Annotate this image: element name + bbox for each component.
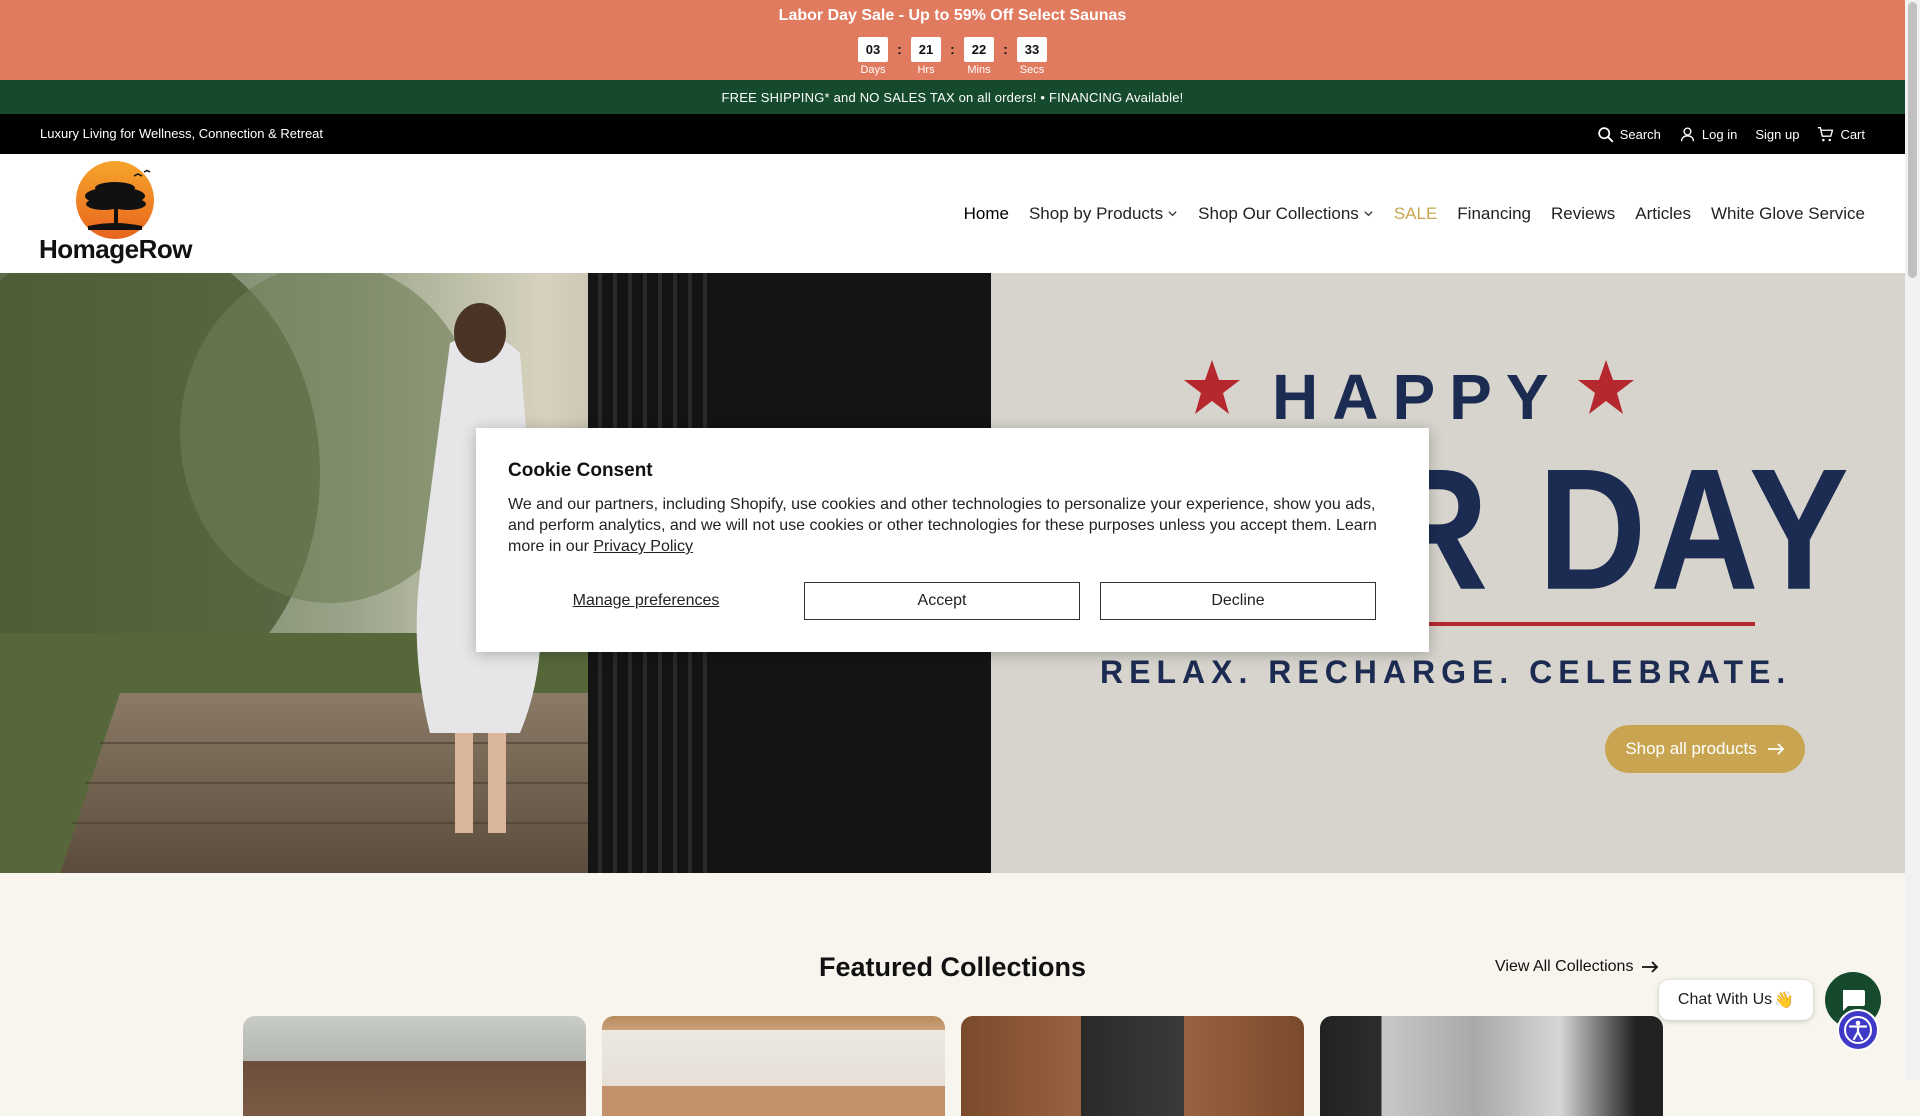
countdown-minutes-label: Mins bbox=[967, 64, 991, 76]
countdown-minutes-value: 22 bbox=[964, 37, 994, 62]
nav-sale[interactable]: SALE bbox=[1394, 204, 1437, 224]
nav-shop-collections[interactable]: Shop Our Collections bbox=[1198, 204, 1374, 224]
utility-links: Search Log in Sign up Cart bbox=[1597, 114, 1865, 154]
countdown-hours: 21 Hrs bbox=[910, 37, 942, 76]
accept-button[interactable]: Accept bbox=[804, 582, 1080, 620]
countdown-timer: 03 Days : 21 Hrs : 22 Mins : 33 Secs bbox=[0, 37, 1905, 76]
star-icon bbox=[1184, 360, 1240, 414]
chat-with-us-button[interactable]: Chat With Us 👋 bbox=[1659, 980, 1813, 1020]
countdown-days-value: 03 bbox=[858, 37, 888, 62]
utility-bar: Luxury Living for Wellness, Connection &… bbox=[0, 114, 1905, 154]
cookie-consent-title: Cookie Consent bbox=[508, 460, 653, 481]
search-link[interactable]: Search bbox=[1597, 126, 1661, 143]
nav-financing[interactable]: Financing bbox=[1457, 204, 1531, 224]
shop-all-products-button[interactable]: Shop all products bbox=[1605, 725, 1805, 773]
decline-button[interactable]: Decline bbox=[1100, 582, 1376, 620]
countdown-minutes: 22 Mins bbox=[963, 37, 995, 76]
collection-card[interactable] bbox=[1320, 1016, 1663, 1116]
manage-preferences-button[interactable]: Manage preferences bbox=[508, 582, 784, 620]
collection-card[interactable] bbox=[602, 1016, 945, 1116]
shop-all-products-label: Shop all products bbox=[1625, 739, 1757, 758]
view-all-collections-label: View All Collections bbox=[1495, 958, 1634, 975]
cookie-consent-actions: Manage preferences Accept Decline bbox=[508, 582, 1397, 620]
shipping-bar: FREE SHIPPING* and NO SALES TAX on all o… bbox=[0, 80, 1905, 114]
countdown-separator: : bbox=[897, 41, 902, 57]
promo-bar: Labor Day Sale - Up to 59% Off Select Sa… bbox=[0, 0, 1905, 80]
search-icon bbox=[1597, 126, 1613, 142]
nav-shop-collections-label: Shop Our Collections bbox=[1198, 203, 1359, 223]
nav-home[interactable]: Home bbox=[964, 204, 1009, 224]
privacy-policy-link[interactable]: Privacy Policy bbox=[593, 538, 693, 555]
cart-label: Cart bbox=[1840, 126, 1865, 142]
collection-card[interactable] bbox=[961, 1016, 1304, 1116]
login-label: Log in bbox=[1701, 126, 1738, 142]
arrow-right-icon bbox=[1767, 743, 1784, 755]
login-link[interactable]: Log in bbox=[1679, 126, 1737, 143]
cookie-consent-dialog: Cookie Consent We and our partners, incl… bbox=[476, 428, 1429, 652]
chevron-down-icon bbox=[1364, 211, 1373, 217]
nav-shop-by-products-label: Shop by Products bbox=[1028, 203, 1164, 223]
user-icon bbox=[1680, 126, 1695, 141]
countdown-seconds-label: Secs bbox=[1019, 64, 1045, 76]
nav-articles[interactable]: Articles bbox=[1635, 204, 1691, 224]
nav-white-glove-service[interactable]: White Glove Service bbox=[1711, 204, 1865, 224]
hero-happy-text: HAPPY bbox=[1272, 361, 1563, 433]
signup-label: Sign up bbox=[1755, 126, 1800, 142]
arrow-right-icon bbox=[1642, 961, 1659, 973]
tagline: Luxury Living for Wellness, Connection &… bbox=[40, 126, 324, 141]
cart-link[interactable]: Cart bbox=[1817, 126, 1865, 143]
star-icon bbox=[1578, 360, 1634, 414]
main-nav: Home Shop by Products Shop Our Collectio… bbox=[964, 154, 1865, 273]
countdown-days-label: Days bbox=[860, 64, 886, 76]
chat-with-us-label: Chat With Us bbox=[1677, 991, 1773, 1008]
page-scrollbar-thumb[interactable] bbox=[1908, 2, 1917, 278]
cart-icon bbox=[1818, 126, 1834, 141]
countdown-separator: : bbox=[1003, 41, 1008, 57]
signup-link[interactable]: Sign up bbox=[1755, 127, 1799, 142]
accessibility-button[interactable] bbox=[1837, 1009, 1879, 1051]
countdown-hours-label: Hrs bbox=[917, 64, 935, 76]
nav-shop-by-products[interactable]: Shop by Products bbox=[1029, 204, 1178, 224]
countdown-days: 03 Days bbox=[857, 37, 889, 76]
collection-card[interactable] bbox=[243, 1016, 586, 1116]
search-label: Search bbox=[1619, 126, 1661, 142]
countdown-hours-value: 21 bbox=[911, 37, 941, 62]
wave-hand-icon: 👋 bbox=[1774, 992, 1795, 1009]
countdown-separator: : bbox=[950, 41, 955, 57]
collection-cards bbox=[243, 1016, 1663, 1116]
promo-title[interactable]: Labor Day Sale - Up to 59% Off Select Sa… bbox=[0, 7, 1905, 25]
main-header: HomageRow Home Shop by Products Shop Our… bbox=[0, 154, 1905, 273]
accessibility-icon bbox=[1844, 1016, 1872, 1044]
nav-reviews[interactable]: Reviews bbox=[1551, 204, 1615, 224]
view-all-collections-link[interactable]: View All Collections bbox=[1495, 958, 1659, 976]
countdown-seconds-value: 33 bbox=[1017, 37, 1047, 62]
hero-big-text: R DAY bbox=[1380, 432, 1853, 626]
cookie-consent-body: We and our partners, including Shopify, … bbox=[508, 494, 1397, 557]
hero-tagline: RELAX. RECHARGE. CELEBRATE. bbox=[1100, 654, 1792, 690]
chevron-down-icon bbox=[1168, 211, 1177, 217]
countdown-seconds: 33 Secs bbox=[1016, 37, 1048, 76]
brand-name[interactable]: HomageRow bbox=[39, 234, 192, 265]
shipping-text: FREE SHIPPING* and NO SALES TAX on all o… bbox=[721, 89, 1184, 105]
